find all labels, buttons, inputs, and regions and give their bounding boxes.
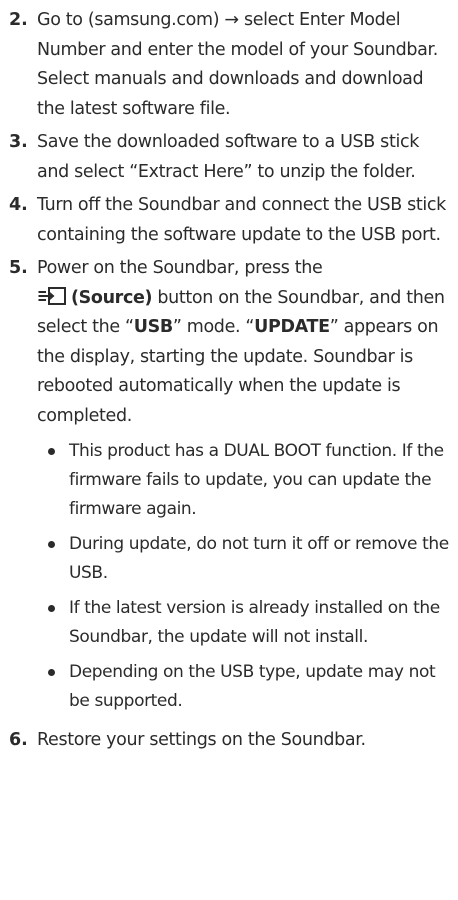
bullet-icon [48, 541, 55, 548]
bullet-icon [48, 448, 55, 455]
step-5: 5. Power on the Soundbar, press the (Sou… [9, 254, 450, 722]
step-number: 2. [9, 10, 28, 30]
step-6: 6. Restore your settings on the Soundbar… [9, 726, 450, 756]
step-number: 3. [9, 132, 28, 152]
bullet-icon [48, 605, 55, 612]
source-icon [37, 286, 67, 306]
step-number: 5. [9, 258, 28, 278]
step-text: Power on the Soundbar, press the (Source… [37, 254, 450, 722]
step-text: Go to (samsung.com) → select Enter Model… [37, 10, 438, 119]
bullet-icon [48, 669, 55, 676]
step-text: Save the downloaded software to a USB st… [37, 132, 420, 182]
note-text: This product has a DUAL BOOT function. I… [69, 441, 444, 519]
step-text: Turn off the Soundbar and connect the US… [37, 195, 446, 245]
step-5-after-usb: ” mode. “ [172, 317, 255, 337]
step-text: Restore your settings on the Soundbar. [37, 730, 366, 750]
step-4: 4. Turn off the Soundbar and connect the… [9, 191, 450, 250]
update-label: UPDATE [254, 317, 330, 337]
step-5-intro: Power on the Soundbar, press the [37, 258, 323, 278]
list-item: During update, do not turn it off or rem… [47, 530, 450, 588]
step-2: 2. Go to (samsung.com) → select Enter Mo… [9, 6, 450, 124]
list-item: If the latest version is already install… [47, 594, 450, 652]
note-text: Depending on the USB type, update may no… [69, 662, 436, 711]
step-number: 4. [9, 195, 28, 215]
source-label: (Source) [71, 287, 153, 308]
instructions-page: 2. Go to (samsung.com) → select Enter Mo… [0, 0, 458, 900]
note-text: During update, do not turn it off or rem… [69, 534, 449, 583]
note-text: If the latest version is already install… [69, 598, 440, 647]
step-3: 3. Save the downloaded software to a USB… [9, 128, 450, 187]
note-list: This product has a DUAL BOOT function. I… [37, 437, 450, 716]
list-item: Depending on the USB type, update may no… [47, 658, 450, 716]
list-item: This product has a DUAL BOOT function. I… [47, 437, 450, 524]
step-number: 6. [9, 730, 28, 750]
usb-mode-label: USB [133, 317, 173, 337]
